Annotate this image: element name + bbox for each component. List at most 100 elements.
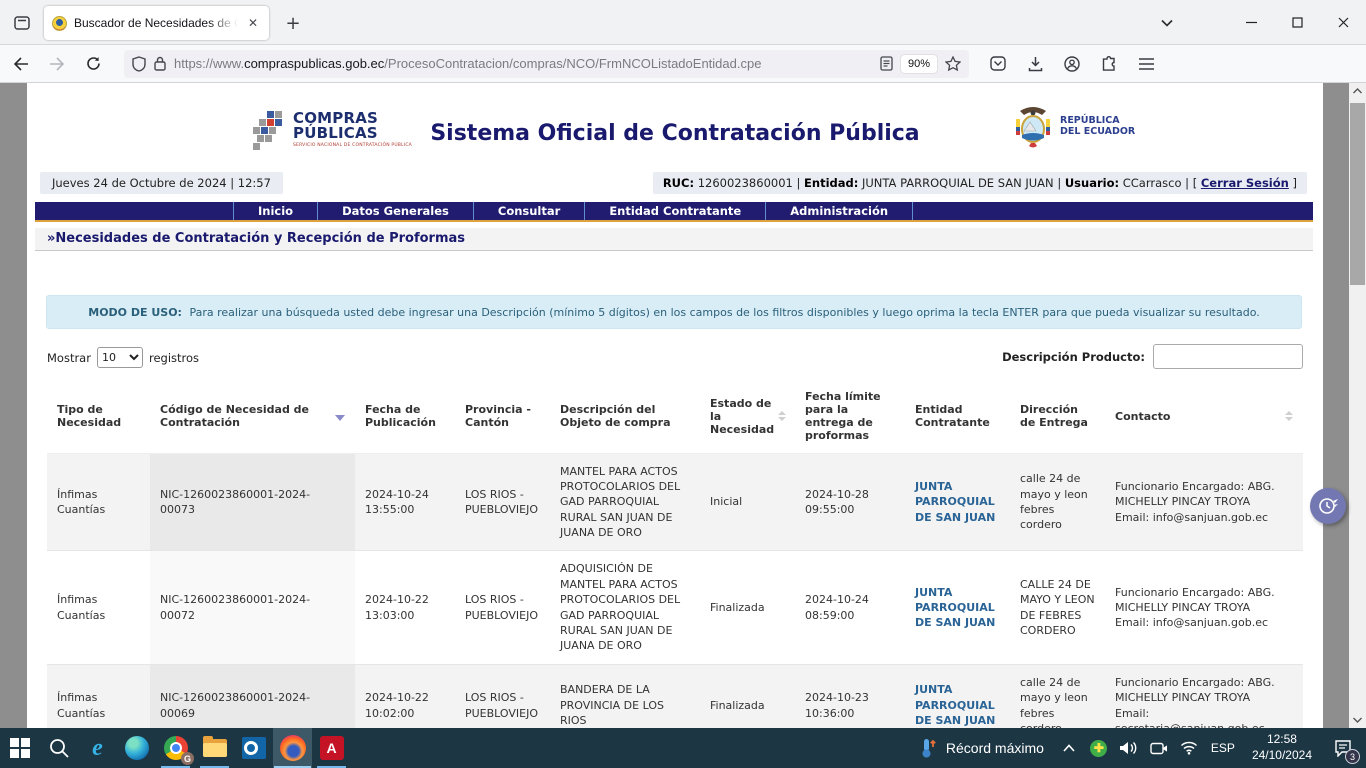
taskbar-file-explorer[interactable] — [195, 728, 234, 768]
needs-table: Tipo de Necesidad Código de Necesidad de … — [47, 380, 1303, 728]
taskbar-internet-explorer[interactable]: e — [78, 728, 117, 768]
scroll-up-icon[interactable] — [1349, 83, 1366, 99]
notification-center-button[interactable]: 3 — [1324, 728, 1362, 768]
taskbar-clock[interactable]: 12:58 24/10/2024 — [1244, 732, 1320, 763]
tab-favicon-icon — [52, 16, 67, 31]
internet-explorer-icon: e — [92, 736, 103, 760]
floating-clock-widget[interactable] — [1310, 488, 1346, 524]
column-header-label: Código de Necesidad de Contratación — [160, 403, 331, 429]
page-title: »Necesidades de Contratación y Recepción… — [35, 228, 1313, 251]
start-button[interactable] — [0, 728, 39, 768]
tab-list-chevron-icon[interactable] — [1150, 0, 1184, 45]
column-header[interactable]: Estado de la Necesidad — [700, 380, 795, 453]
column-header[interactable]: Fecha de Publicación — [355, 380, 455, 453]
taskbar-acrobat[interactable]: A — [312, 728, 351, 768]
taskbar-outlook[interactable] — [234, 728, 273, 768]
menu-item-administración[interactable]: Administración — [765, 202, 913, 220]
url-bar[interactable]: https://www.compraspublicas.gob.ec/Proce… — [124, 50, 969, 78]
chrome-profile-badge: G — [181, 752, 194, 765]
fecha-publicacion-cell: 2024-10-22 10:02:00 — [355, 664, 455, 728]
column-header-label: Contacto — [1115, 410, 1170, 423]
zoom-level-badge[interactable]: 90% — [901, 55, 937, 73]
pocket-icon[interactable] — [983, 50, 1013, 78]
entity-link[interactable]: JUNTA PARROQUIAL DE SAN JUAN — [915, 586, 995, 630]
new-tab-button[interactable]: + — [280, 10, 306, 36]
estado-cell: Finalizada — [700, 551, 795, 664]
sort-descending-icon — [335, 415, 345, 421]
volume-icon[interactable] — [1116, 728, 1142, 768]
lock-icon[interactable] — [154, 56, 166, 71]
antivirus-icon[interactable]: ✚ — [1086, 728, 1112, 768]
menu-item-datos-generales[interactable]: Datos Generales — [317, 202, 473, 220]
taskbar-edge[interactable] — [117, 728, 156, 768]
clock-date: 24/10/2024 — [1252, 748, 1312, 764]
tab-close-icon[interactable]: ✕ — [245, 14, 261, 32]
session-bar: RUC: 1260023860001 | Entidad: JUNTA PARR… — [653, 172, 1307, 194]
column-header-label: Dirección de Entrega — [1020, 403, 1095, 429]
menu-item-consultar[interactable]: Consultar — [473, 202, 584, 220]
column-header[interactable]: Tipo de Necesidad — [47, 380, 150, 453]
scroll-down-icon[interactable] — [1349, 712, 1366, 728]
descripcion-cell: ADQUISICIÓN DE MANTEL PARA ACTOS PROTOCO… — [550, 551, 700, 664]
column-header[interactable]: Provincia - Cantón — [455, 380, 550, 453]
page-scrollbar[interactable] — [1349, 83, 1366, 728]
sort-toggle-icon — [1285, 411, 1293, 421]
extensions-icon[interactable] — [1094, 50, 1124, 78]
browser-tab-bar: Buscador de Necesidades de Co ✕ + — [0, 0, 1366, 45]
url-text[interactable]: https://www.compraspublicas.gob.ec/Proce… — [174, 56, 872, 71]
entidad-cell: JUNTA PARROQUIAL DE SAN JUAN — [905, 453, 1010, 551]
wifi-icon[interactable] — [1176, 728, 1202, 768]
column-header[interactable]: Descripción del Objeto de compra — [550, 380, 700, 453]
taskbar-chrome[interactable]: G — [156, 728, 195, 768]
entity-link[interactable]: JUNTA PARROQUIAL DE SAN JUAN — [915, 480, 995, 524]
meet-now-icon[interactable] — [1146, 728, 1172, 768]
window-minimize-button[interactable] — [1228, 0, 1274, 45]
column-header[interactable]: Dirección de Entrega — [1010, 380, 1105, 453]
file-explorer-icon — [203, 739, 227, 757]
window-maximize-button[interactable] — [1274, 0, 1320, 45]
product-description-input[interactable] — [1153, 344, 1303, 369]
logout-link[interactable]: Cerrar Sesión — [1201, 176, 1289, 190]
edge-icon — [125, 736, 149, 760]
language-indicator[interactable]: ESP — [1206, 741, 1240, 755]
tracking-protection-shield-icon[interactable] — [132, 56, 146, 72]
sort-toggle-icon — [778, 411, 786, 421]
forward-button[interactable] — [42, 50, 72, 78]
back-button[interactable] — [6, 50, 36, 78]
column-header[interactable]: Fecha límite para la entrega de proforma… — [795, 380, 905, 453]
bookmark-star-icon[interactable] — [945, 56, 961, 71]
windows-logo-icon — [10, 738, 30, 758]
taskbar-firefox[interactable] — [273, 728, 312, 768]
scrollbar-thumb[interactable] — [1350, 103, 1365, 285]
reader-mode-icon[interactable] — [880, 56, 893, 71]
contacto-cell: Funcionario Encargado: ABG. MICHELLY PIN… — [1105, 551, 1303, 664]
column-header[interactable]: Código de Necesidad de Contratación — [150, 380, 355, 453]
menu-hamburger-icon[interactable] — [1131, 50, 1161, 78]
usuario-value: CCarrasco — [1123, 176, 1182, 190]
direccion-cell: calle 24 de mayo y leon febres cordero — [1010, 664, 1105, 728]
menu-item-inicio[interactable]: Inicio — [233, 202, 317, 220]
column-header-label: Estado de la Necesidad — [710, 397, 774, 436]
reload-button[interactable] — [78, 50, 108, 78]
browser-tab[interactable]: Buscador de Necesidades de Co ✕ — [44, 6, 269, 40]
downloads-icon[interactable] — [1020, 50, 1050, 78]
menu-item-entidad-contratante[interactable]: Entidad Contratante — [584, 202, 765, 220]
account-icon[interactable] — [1057, 50, 1087, 78]
entidad-label: Entidad: — [804, 176, 858, 190]
entity-link[interactable]: JUNTA PARROQUIAL DE SAN JUAN — [915, 683, 995, 727]
window-close-button[interactable] — [1320, 0, 1366, 45]
gov-logo-line2: DEL ECUADOR — [1060, 127, 1135, 138]
column-header[interactable]: Contacto — [1105, 380, 1303, 453]
weather-widget[interactable]: Récord máximo — [908, 728, 1056, 768]
tray-expand-chevron-icon[interactable] — [1056, 728, 1082, 768]
contact-line: Email: secretaria@sanjuan.gob.ec — [1115, 706, 1293, 728]
entidad-cell: JUNTA PARROQUIAL DE SAN JUAN — [905, 664, 1010, 728]
browser-toolbar: https://www.compraspublicas.gob.ec/Proce… — [0, 45, 1366, 83]
entidad-cell: JUNTA PARROQUIAL DE SAN JUAN — [905, 551, 1010, 664]
firefox-view-icon[interactable] — [10, 11, 34, 35]
republica-del-ecuador-logo: REPÚBLICA DEL ECUADOR — [1012, 105, 1135, 149]
ruc-label: RUC: — [663, 176, 694, 190]
records-per-page-select[interactable]: 10 — [97, 347, 143, 368]
taskbar-search-button[interactable] — [39, 728, 78, 768]
column-header[interactable]: Entidad Contratante — [905, 380, 1010, 453]
